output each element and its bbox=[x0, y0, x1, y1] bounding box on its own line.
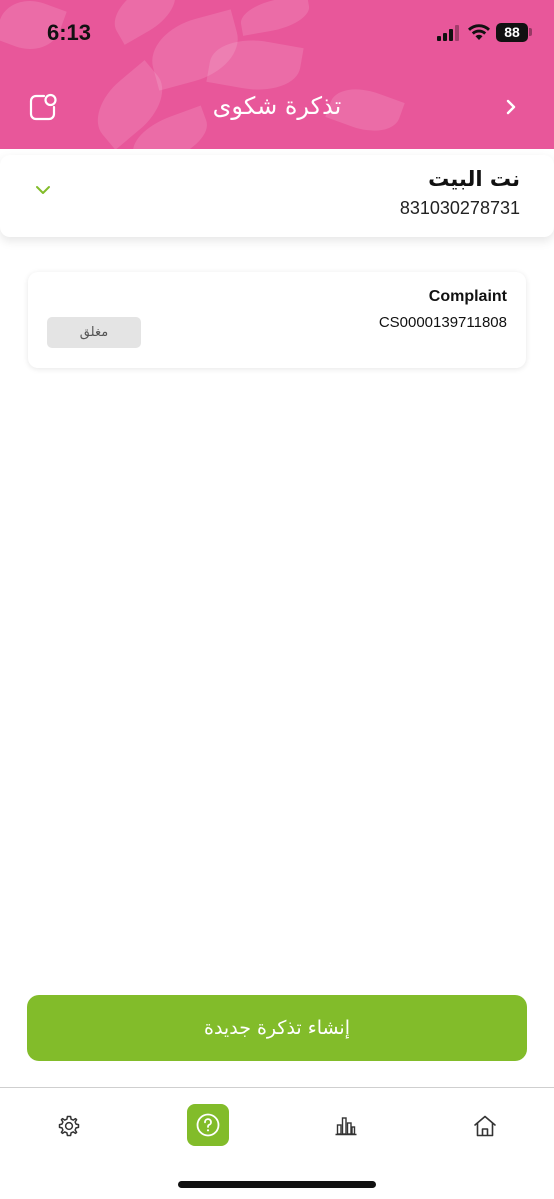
ticket-id: CS0000139711808 bbox=[378, 314, 507, 331]
home-indicator bbox=[178, 1181, 376, 1188]
create-ticket-button[interactable]: إنشاء تذكرة جديدة bbox=[27, 995, 527, 1061]
nav-usage[interactable] bbox=[325, 1105, 367, 1147]
battery-tip bbox=[529, 28, 532, 36]
status-time: 6:13 bbox=[47, 20, 92, 45]
nav-help[interactable] bbox=[187, 1104, 229, 1146]
nav-settings[interactable] bbox=[48, 1105, 90, 1147]
chevron-right-icon[interactable] bbox=[500, 95, 522, 119]
account-number: 831030278731 bbox=[399, 198, 520, 218]
leaf-decoration bbox=[237, 0, 313, 36]
bar-chart-icon bbox=[335, 1117, 357, 1136]
account-name: نت البيت bbox=[428, 167, 520, 191]
home-icon bbox=[474, 1115, 496, 1137]
wifi-icon bbox=[468, 24, 490, 40]
battery-indicator: 88 bbox=[496, 23, 528, 42]
chat-support-icon[interactable] bbox=[28, 92, 58, 122]
account-selector[interactable]: نت البيت 831030278731 bbox=[0, 155, 554, 237]
ticket-card[interactable]: Complaint CS0000139711808 مغلق bbox=[28, 272, 526, 368]
gear-icon bbox=[58, 1115, 80, 1137]
ticket-type: Complaint bbox=[428, 288, 507, 305]
status-badge: مغلق bbox=[47, 317, 141, 348]
cellular-signal-icon bbox=[437, 25, 461, 41]
help-icon bbox=[196, 1113, 220, 1137]
chevron-down-icon[interactable] bbox=[34, 183, 52, 197]
app-header: 6:13 88 تذكرة شكوى bbox=[0, 0, 554, 149]
page-title: تذكرة شكوى bbox=[212, 92, 342, 120]
nav-home[interactable] bbox=[464, 1105, 506, 1147]
